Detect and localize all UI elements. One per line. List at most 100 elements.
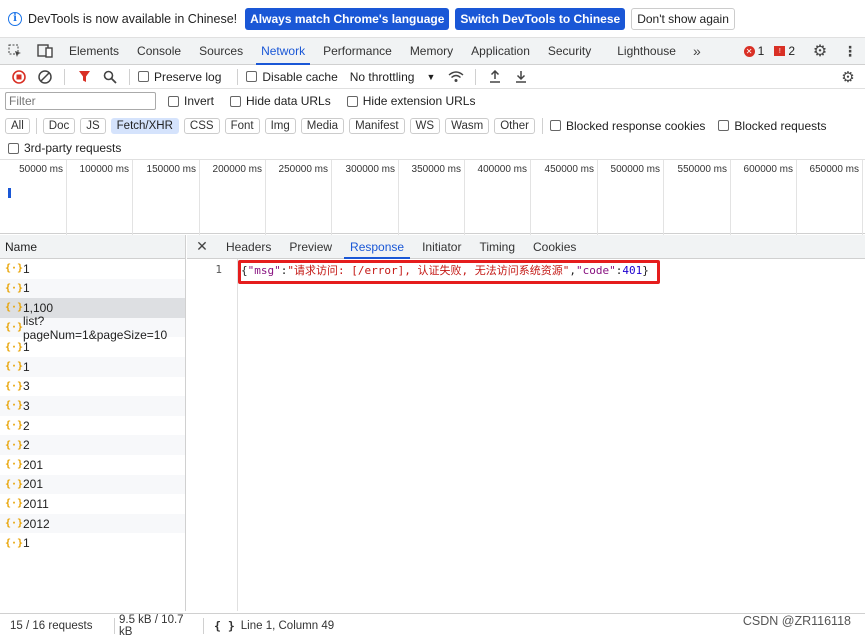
disable-cache-box[interactable] xyxy=(246,71,258,82)
chip-js[interactable]: JS xyxy=(80,117,106,134)
hide-extension-urls-box[interactable] xyxy=(346,95,358,107)
settings-gear-icon[interactable]: ⚙ xyxy=(805,38,835,65)
hide-extension-urls-checkbox[interactable]: Hide extension URLs xyxy=(346,94,475,108)
cursor-position: Line 1, Column 49 xyxy=(240,619,335,632)
infobar-message: DevTools is now available in Chinese! xyxy=(28,11,238,26)
timeline-tick: 600000 ms xyxy=(731,160,797,235)
tab-elements[interactable]: Elements xyxy=(60,38,128,65)
line-number: 1 xyxy=(215,263,222,276)
chip-other[interactable]: Other xyxy=(494,117,535,134)
tab-network[interactable]: Network xyxy=(252,38,314,65)
status-bar: 15 / 16 requests 9.5 kB / 10.7 kB { } Li… xyxy=(0,613,865,637)
more-options-icon[interactable]: ⋮ xyxy=(835,38,865,65)
device-toolbar-icon[interactable] xyxy=(30,38,60,65)
hide-data-urls-label: Hide data URLs xyxy=(246,94,331,108)
tab-preview[interactable]: Preview xyxy=(280,235,341,259)
chip-wasm[interactable]: Wasm xyxy=(445,117,490,134)
clear-icon[interactable] xyxy=(34,66,56,88)
tab-memory[interactable]: Memory xyxy=(401,38,462,65)
error-badge[interactable]: ✕ 1 xyxy=(743,44,765,58)
third-party-checkbox[interactable]: 3rd-party requests xyxy=(8,141,121,155)
issues-badge[interactable]: ! 2 xyxy=(774,44,795,58)
invert-box[interactable] xyxy=(168,95,179,107)
request-row[interactable]: {·} 2012 xyxy=(0,513,185,534)
request-row[interactable]: {·} 1 xyxy=(0,533,185,553)
match-language-button[interactable]: Always match Chrome's language xyxy=(245,7,450,30)
request-name: 2012 xyxy=(23,516,50,531)
tab-performance[interactable]: Performance xyxy=(314,38,401,65)
tab-lighthouse[interactable]: Lighthouse xyxy=(608,38,685,65)
invert-checkbox[interactable]: Invert xyxy=(168,94,214,108)
throttling-select[interactable]: No throttling ▼ xyxy=(350,70,436,84)
disable-cache-checkbox[interactable]: Disable cache xyxy=(246,69,338,84)
preserve-log-checkbox[interactable]: Preserve log xyxy=(138,70,221,84)
close-detail-icon[interactable]: ✕ xyxy=(187,238,217,255)
request-row[interactable]: {·} 1 xyxy=(0,278,185,299)
dont-show-again-button[interactable]: Don't show again xyxy=(631,7,735,30)
timeline-tick: 400000 ms xyxy=(465,160,531,235)
timeline-overview[interactable]: 50000 ms 100000 ms 150000 ms 200000 ms 2… xyxy=(0,159,865,235)
export-har-icon[interactable] xyxy=(510,66,532,88)
chip-ws[interactable]: WS xyxy=(409,117,441,134)
request-row[interactable]: {·} list?pageNum=1&pageSize=10 xyxy=(0,314,185,342)
timeline-tick: 500000 ms xyxy=(598,160,664,235)
annotation-highlight-box xyxy=(238,260,660,284)
record-stop-icon[interactable] xyxy=(8,66,30,88)
filter-funnel-icon[interactable] xyxy=(73,66,95,88)
tab-console[interactable]: Console xyxy=(128,38,190,65)
throttling-value: No throttling xyxy=(349,69,415,84)
request-row[interactable]: {·} 2011 xyxy=(0,494,185,514)
blocked-requests-checkbox[interactable]: Blocked requests xyxy=(718,119,826,133)
import-har-icon[interactable] xyxy=(484,66,506,88)
request-row[interactable]: {·} 1 xyxy=(0,356,185,377)
request-row[interactable]: {·} 3 xyxy=(0,396,185,416)
chip-manifest[interactable]: Manifest xyxy=(349,117,405,134)
tab-security[interactable]: Security xyxy=(539,38,600,65)
preserve-log-box[interactable] xyxy=(138,71,149,82)
more-tabs-icon[interactable]: » xyxy=(685,43,709,59)
network-settings-gear-icon[interactable]: ⚙ xyxy=(837,66,859,88)
xhr-brackets-icon: {·} xyxy=(5,478,24,490)
request-count: 15 / 16 requests xyxy=(10,619,93,632)
switch-chinese-button[interactable]: Switch DevTools to Chinese xyxy=(455,7,626,30)
watermark: CSDN @ZR116118 xyxy=(742,614,851,628)
search-icon[interactable] xyxy=(99,66,121,88)
request-row[interactable]: {·} 2 xyxy=(0,416,185,436)
request-row[interactable]: {·} 201 xyxy=(0,455,185,475)
request-row[interactable]: {·} 201 xyxy=(0,474,185,495)
pretty-print-icon[interactable]: { } xyxy=(214,619,235,633)
hide-data-urls-checkbox[interactable]: Hide data URLs xyxy=(230,94,331,108)
chip-media[interactable]: Media xyxy=(300,117,345,134)
tab-initiator[interactable]: Initiator xyxy=(413,235,470,259)
filter-input[interactable] xyxy=(5,92,156,110)
chip-all[interactable]: All xyxy=(5,117,30,134)
name-column-header[interactable]: Name xyxy=(0,235,185,259)
blocked-response-cookies-box[interactable] xyxy=(550,120,561,131)
tab-timing[interactable]: Timing xyxy=(470,235,524,259)
issue-flag-icon: ! xyxy=(774,46,786,56)
error-count: 1 xyxy=(757,44,765,58)
tab-application[interactable]: Application xyxy=(462,38,539,65)
tab-sources[interactable]: Sources xyxy=(190,38,252,65)
request-name: list?pageNum=1&pageSize=10 xyxy=(23,313,168,342)
tab-cookies[interactable]: Cookies xyxy=(524,235,585,259)
chip-fetch-xhr[interactable]: Fetch/XHR xyxy=(110,117,179,134)
chip-font[interactable]: Font xyxy=(224,117,260,134)
preserve-log-label: Preserve log xyxy=(154,69,222,84)
blocked-requests-box[interactable] xyxy=(718,120,730,131)
chip-doc[interactable]: Doc xyxy=(42,117,76,134)
hide-data-urls-box[interactable] xyxy=(230,95,242,107)
inspect-element-icon[interactable] xyxy=(0,38,30,65)
request-row[interactable]: {·} 1 xyxy=(0,259,185,279)
timeline-tick: 300000 ms xyxy=(332,160,399,235)
tab-headers[interactable]: Headers xyxy=(217,235,280,259)
third-party-box[interactable] xyxy=(8,142,19,154)
chip-img[interactable]: Img xyxy=(264,117,296,134)
network-conditions-wifi-icon[interactable] xyxy=(445,66,467,88)
disable-cache-label: Disable cache xyxy=(262,69,338,84)
chip-css[interactable]: CSS xyxy=(183,117,220,134)
request-row[interactable]: {·} 3 xyxy=(0,377,185,397)
request-row[interactable]: {·} 2 xyxy=(0,435,185,455)
blocked-response-cookies-checkbox[interactable]: Blocked response cookies xyxy=(550,119,705,133)
tab-response[interactable]: Response xyxy=(341,235,413,259)
